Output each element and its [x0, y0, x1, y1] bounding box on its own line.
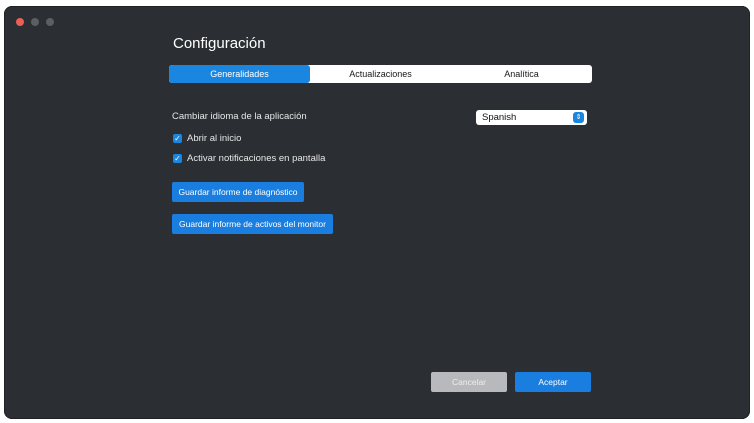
cancel-button[interactable]: Cancelar	[431, 372, 507, 392]
tab-analytics[interactable]: Analítica	[451, 65, 592, 83]
page-title: Configuración	[173, 35, 266, 52]
window-controls	[16, 18, 54, 26]
minimize-window-icon[interactable]	[31, 18, 39, 26]
save-diagnostic-report-button[interactable]: Guardar informe de diagnóstico	[172, 182, 304, 202]
accept-button[interactable]: Aceptar	[515, 372, 591, 392]
select-arrows-icon: ⇕	[573, 112, 584, 123]
screen-notifications-label: Activar notificaciones en pantalla	[187, 153, 326, 164]
language-label: Cambiar idioma de la aplicación	[172, 111, 307, 122]
tab-bar: Generalidades Actualizaciones Analítica	[169, 65, 592, 83]
save-monitor-assets-report-button[interactable]: Guardar informe de activos del monitor	[172, 214, 333, 234]
tab-general[interactable]: Generalidades	[169, 65, 310, 83]
tab-updates[interactable]: Actualizaciones	[310, 65, 451, 83]
language-select[interactable]: Spanish ⇕	[476, 110, 587, 125]
checkbox-checked-icon[interactable]: ✓	[173, 134, 182, 143]
checkbox-checked-icon[interactable]: ✓	[173, 154, 182, 163]
zoom-window-icon[interactable]	[46, 18, 54, 26]
open-at-startup-option[interactable]: ✓ Abrir al inicio	[173, 133, 241, 144]
settings-window: Configuración Generalidades Actualizacio…	[4, 6, 750, 419]
close-window-icon[interactable]	[16, 18, 24, 26]
open-at-startup-label: Abrir al inicio	[187, 133, 242, 144]
screen-notifications-option[interactable]: ✓ Activar notificaciones en pantalla	[173, 153, 325, 164]
language-select-value: Spanish	[482, 112, 517, 123]
